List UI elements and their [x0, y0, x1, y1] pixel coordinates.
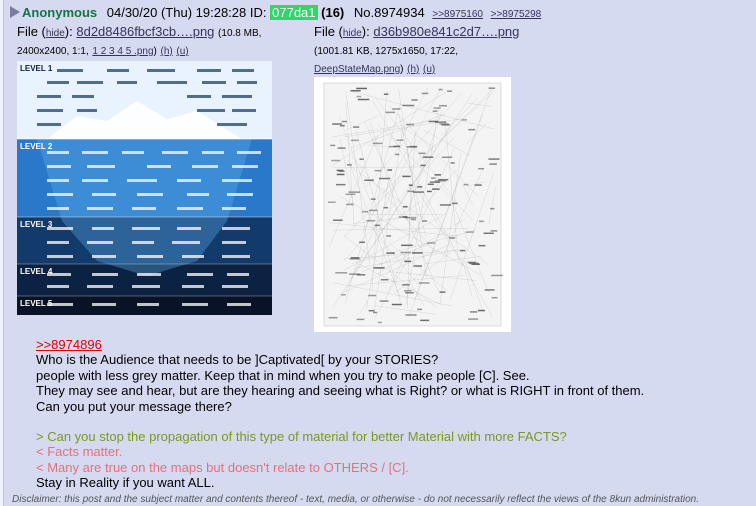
post-line: They may see and hear, but are they hear… — [36, 383, 645, 399]
post-body: >>8974896 Who is the Audience that needs… — [36, 337, 756, 491]
redtext-line: < Many are true on the maps but doesn't … — [36, 459, 409, 475]
thumb-level-label: LEVEL 5 — [20, 299, 53, 308]
quote-link[interactable]: >>8974896 — [36, 337, 102, 352]
post-line: Who is the Audience that needs to be ]Ca… — [36, 352, 439, 368]
post-datetime: 04/30/20 (Thu) 19:28:28 — [106, 5, 247, 20]
post-line: Can you put your message there? — [36, 398, 232, 414]
file-meta: (1001.81 KB, 1275x1650, 17:22, — [314, 46, 459, 57]
h-link[interactable]: (h) — [407, 64, 419, 75]
file-name-link[interactable]: 8d2d8486fbcf3cb….png — [76, 24, 214, 39]
original-filename-link[interactable]: DeepStateMap.png — [314, 64, 400, 75]
iceberg-image-thumbnail[interactable]: LEVEL 1 LEVEL 2 LEVEL 3 LEVEL 4 LEVEL 5 — [17, 61, 272, 315]
id-label: ID: — [249, 5, 267, 20]
thumb-level-label: LEVEL 4 — [20, 267, 53, 276]
redtext-line: < Facts matter. — [36, 444, 123, 460]
greentext-line: > Can you stop the propagation of this t… — [36, 429, 567, 445]
thumb-level-label: LEVEL 2 — [20, 142, 53, 151]
disclaimer: Disclaimer: this post and the subject ma… — [12, 494, 699, 505]
deep-state-map-thumbnail[interactable] — [314, 77, 511, 332]
h-link[interactable]: (h) — [161, 46, 173, 57]
file-meta: (10.8 MB, — [218, 28, 262, 39]
hide-link[interactable]: hide — [46, 28, 65, 39]
file-prefix: File ( — [314, 24, 343, 39]
post-number[interactable]: No.8974934 — [354, 5, 425, 20]
iceberg-graphic: LEVEL 1 LEVEL 2 LEVEL 3 LEVEL 4 LEVEL 5 — [17, 61, 272, 315]
thumb-level-label: LEVEL 3 — [20, 220, 53, 229]
post-line: Stay in Reality if you want ALL. — [36, 475, 215, 491]
file-info-2: File (hide): d36b980e841c2d7….png (1001.… — [314, 24, 520, 75]
hide-link[interactable]: hide — [343, 28, 362, 39]
backlink[interactable]: >>8975298 — [491, 9, 542, 20]
post-menu-triangle-icon[interactable] — [10, 6, 20, 18]
thumb-level-label: LEVEL 1 — [20, 64, 53, 73]
file-prefix: File ( — [17, 24, 46, 39]
map-graphic — [314, 77, 511, 332]
post-line: people with less grey matter. Keep that … — [36, 367, 530, 383]
backlink[interactable]: >>8975160 — [432, 9, 483, 20]
file-name-link[interactable]: d36b980e841c2d7….png — [373, 24, 519, 39]
post: Anonymous 04/30/20 (Thu) 19:28:28 ID: 07… — [3, 0, 756, 506]
post-intro: Anonymous 04/30/20 (Thu) 19:28:28 ID: 07… — [10, 5, 541, 20]
file-meta: 2400x2400, 1:1, — [17, 46, 89, 57]
file-info-1: File (hide): 8d2d8486fbcf3cb….png (10.8 … — [17, 24, 262, 57]
poster-id[interactable]: 077da1 — [270, 5, 318, 20]
poster-post-count: (16) — [321, 5, 345, 20]
u-link[interactable]: (u) — [423, 64, 435, 75]
poster-name: Anonymous — [22, 5, 98, 20]
image-search-links[interactable]: 1 2 3 4 5 .png — [92, 46, 153, 57]
u-link[interactable]: (u) — [176, 46, 188, 57]
